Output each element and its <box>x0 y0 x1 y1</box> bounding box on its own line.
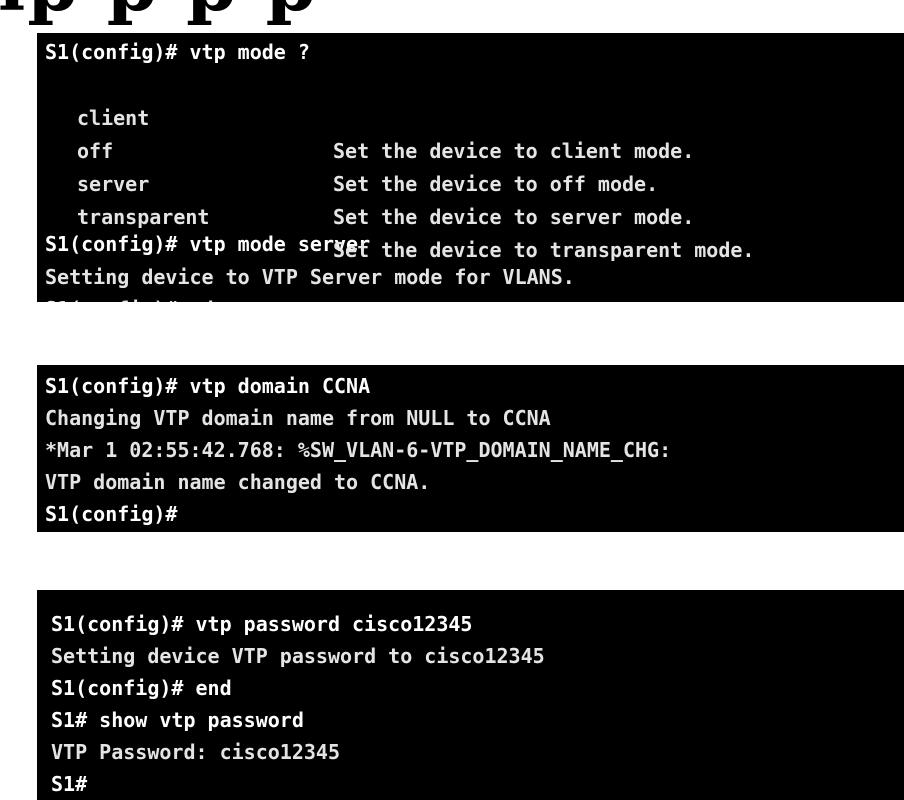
terminal-prompt-line: S1(config)# <box>45 502 178 526</box>
terminal-log-line: *Mar 1 02:55:42.768: %SW_VLAN-6-VTP_DOMA… <box>45 438 672 462</box>
terminal-command-line: S1(config)# vtp domain CCNA <box>45 374 371 398</box>
option-description: Set the device to transparent mode. <box>333 238 755 262</box>
terminal-output-line: VTP Password: cisco12345 <box>51 740 340 764</box>
terminal-option-row: server Set the device to server mode. <box>45 135 904 229</box>
terminal-vtp-domain: S1(config)# vtp domain CCNA Changing VTP… <box>37 365 904 532</box>
terminal-output-line: Setting device VTP password to cisco1234… <box>51 644 545 668</box>
heading-fragment: ip p p p <box>0 0 318 27</box>
terminal-option-row: client Set the device to client mode. <box>45 69 904 163</box>
terminal-command-line: S1(config)# vtp mode ? <box>45 40 310 64</box>
terminal-command-line: S1(config)# end <box>51 676 232 700</box>
option-description: Set the device to server mode. <box>333 205 695 229</box>
terminal-output-line: Changing VTP domain name from NULL to CC… <box>45 406 551 430</box>
cropped-heading-text: ip p p p <box>0 0 904 30</box>
terminal-vtp-mode: S1(config)# vtp mode ? client Set the de… <box>37 33 904 302</box>
terminal-vtp-password: S1(config)# vtp password cisco12345 Sett… <box>37 590 904 800</box>
terminal-command-line: S1(config)# vtp password cisco12345 <box>51 612 473 636</box>
terminal-prompt-line: S1# <box>51 772 88 796</box>
option-name: transparent <box>77 205 210 229</box>
terminal-cut-line: S1(config)#end <box>45 293 214 302</box>
terminal-output-line: VTP domain name changed to CCNA. <box>45 470 431 494</box>
terminal-command-line: S1# show vtp password <box>51 708 304 732</box>
terminal-option-row: off Set the device to off mode. <box>45 102 904 196</box>
terminal-option-row: transparent Set the device to transparen… <box>45 168 904 262</box>
